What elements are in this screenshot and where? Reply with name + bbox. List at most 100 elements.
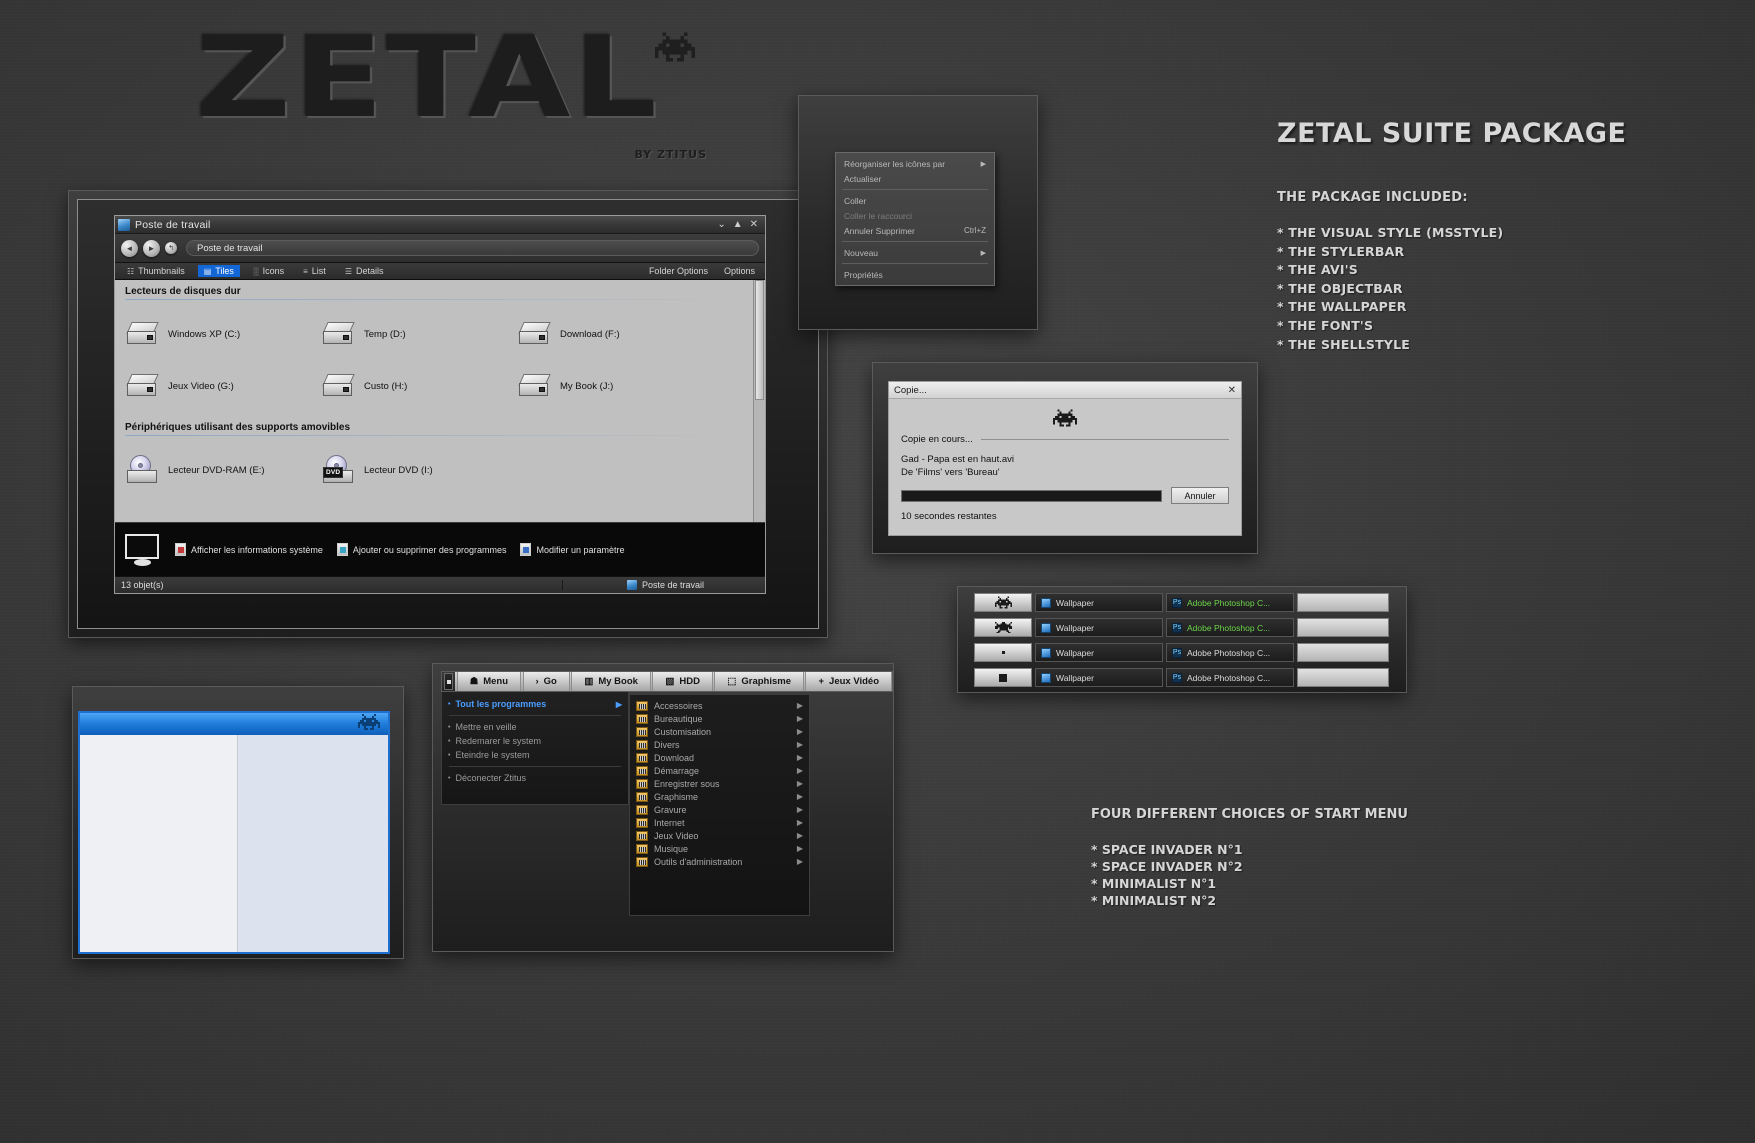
taskbar-button-wallpaper[interactable]: Wallpaper bbox=[1035, 643, 1163, 662]
toolbar-button-jeux-video[interactable]: + Jeux Vidéo bbox=[805, 672, 892, 691]
menu-item-restart[interactable]: • Redemarer le system bbox=[442, 734, 628, 748]
taskbar-button-photoshop[interactable]: Ps Adobe Photoshop C... bbox=[1166, 643, 1294, 662]
copy-status-row: Copie en cours... bbox=[901, 434, 1229, 445]
taskbar-empty-area[interactable] bbox=[1297, 593, 1389, 612]
menu-item-refresh[interactable]: Actualiser bbox=[836, 171, 994, 186]
menu-item-logoff[interactable]: • Déconecter Ztitus bbox=[442, 771, 628, 785]
chevron-right-icon: ▶ bbox=[796, 805, 803, 814]
taskbar-empty-area[interactable] bbox=[1297, 643, 1389, 662]
menu-item-jeux-video[interactable]: Jeux Video ▶ bbox=[630, 829, 809, 842]
chevron-right-icon: ▶ bbox=[796, 844, 803, 853]
close-button[interactable]: ✕ bbox=[750, 219, 758, 230]
drive-icon: ▥ bbox=[584, 676, 594, 687]
list-item[interactable]: My Book (J:) bbox=[518, 360, 715, 412]
folder-icon bbox=[636, 765, 648, 776]
taskbar-empty-area[interactable] bbox=[1297, 668, 1389, 687]
minimize-button[interactable]: ⌄ bbox=[717, 219, 725, 230]
vertical-scrollbar[interactable] bbox=[753, 280, 765, 522]
menu-icon: ☗ bbox=[469, 676, 479, 687]
menu-item-all-programs[interactable]: • Tout les programmes ▶ bbox=[442, 697, 628, 711]
menu-item-label: Tout les programmes bbox=[455, 699, 547, 709]
drive-label: Lecteur DVD-RAM (E:) bbox=[168, 464, 265, 476]
my-computer-icon bbox=[627, 580, 637, 590]
taskbar-button-photoshop[interactable]: Ps Adobe Photoshop C... bbox=[1166, 593, 1294, 612]
menu-item-musique[interactable]: Musique ▶ bbox=[630, 842, 809, 855]
window-icon bbox=[1041, 672, 1051, 683]
taskbar-button-photoshop[interactable]: Ps Adobe Photoshop C... bbox=[1166, 668, 1294, 687]
address-input[interactable]: Poste de travail bbox=[186, 240, 759, 256]
view-button-tiles[interactable]: ▤ Tiles bbox=[197, 265, 240, 277]
taskbar-button-wallpaper[interactable]: Wallpaper bbox=[1035, 593, 1163, 612]
menu-item-graphisme[interactable]: Graphisme ▶ bbox=[630, 790, 809, 803]
task-link-change-setting[interactable]: Modifier un paramètre bbox=[520, 543, 625, 556]
menu-item-outils-administration[interactable]: Outils d'administration ▶ bbox=[630, 855, 809, 868]
menu-item-accessoires[interactable]: Accessoires ▶ bbox=[630, 699, 809, 712]
hard-drive-icon bbox=[126, 321, 161, 347]
taskbar-empty-area[interactable] bbox=[1297, 618, 1389, 637]
startmenu-toolbar: ☗ Menu › Go ▥ My Book ▧ HDD ⬚ Graphisme … bbox=[441, 671, 893, 692]
list-item[interactable]: Download (F:) bbox=[518, 308, 715, 360]
close-icon[interactable]: ✕ bbox=[1228, 385, 1236, 396]
menu-item-shutdown[interactable]: • Eteindre le system bbox=[442, 748, 628, 762]
scrollbar-thumb[interactable] bbox=[755, 280, 764, 400]
menu-separator bbox=[449, 715, 621, 716]
menu-item-paste[interactable]: Coller bbox=[836, 193, 994, 208]
menu-item-label: Graphisme bbox=[654, 791, 699, 802]
list-item[interactable]: Jeux Video (G:) bbox=[126, 360, 323, 412]
menu-item-new[interactable]: Nouveau ▶ bbox=[836, 245, 994, 260]
menu-item-gravure[interactable]: Gravure ▶ bbox=[630, 803, 809, 816]
start-button-minimalist-2[interactable] bbox=[974, 668, 1032, 687]
drive-label: My Book (J:) bbox=[560, 380, 614, 392]
menu-item-demarrage[interactable]: Démarrage ▶ bbox=[630, 764, 809, 777]
folder-icon bbox=[636, 752, 648, 763]
taskbar-button-wallpaper[interactable]: Wallpaper bbox=[1035, 668, 1163, 687]
task-link-add-remove-programs[interactable]: Ajouter ou supprimer des programmes bbox=[336, 543, 506, 556]
view-button-details[interactable]: ☰ Details bbox=[339, 265, 390, 277]
maximize-button[interactable]: ▲ bbox=[733, 219, 743, 230]
task-link-system-info[interactable]: Afficher les informations système bbox=[175, 543, 323, 556]
toolbar-button-menu[interactable]: ☗ Menu bbox=[456, 672, 522, 691]
menu-item-bureautique[interactable]: Bureautique ▶ bbox=[630, 712, 809, 725]
taskbar-button-label: Wallpaper bbox=[1056, 597, 1094, 608]
options-button[interactable]: Options bbox=[724, 266, 755, 276]
view-button-list[interactable]: ≡ List bbox=[297, 265, 332, 277]
cancel-button[interactable]: Annuler bbox=[1171, 487, 1229, 504]
taskbar-button-photoshop[interactable]: Ps Adobe Photoshop C... bbox=[1166, 618, 1294, 637]
view-button-icons[interactable]: ░ Icons bbox=[247, 265, 290, 277]
forward-button[interactable]: ► bbox=[143, 239, 160, 257]
menu-item-download[interactable]: Download ▶ bbox=[630, 751, 809, 764]
menu-item-arrange-icons[interactable]: Réorganiser les icônes par ▶ bbox=[836, 156, 994, 171]
folder-icon bbox=[636, 791, 648, 802]
list-item[interactable]: Windows XP (C:) bbox=[126, 308, 323, 360]
menu-item-label: Customisation bbox=[654, 726, 712, 737]
menu-item-standby[interactable]: • Mettre en veille bbox=[442, 720, 628, 734]
toolbar-button-graphisme[interactable]: ⬚ Graphisme bbox=[714, 672, 805, 691]
list-item[interactable]: DVD Lecteur DVD (I:) bbox=[323, 444, 519, 496]
view-button-thumbnails[interactable]: ☷ Thumbnails bbox=[121, 265, 191, 277]
back-button[interactable]: ◄ bbox=[121, 239, 138, 257]
divider bbox=[980, 439, 1229, 440]
menu-item-internet[interactable]: Internet ▶ bbox=[630, 816, 809, 829]
taskbar-button-wallpaper[interactable]: Wallpaper bbox=[1035, 618, 1163, 637]
list-item[interactable]: Temp (D:) bbox=[322, 308, 519, 360]
group-heading-removable: Périphériques utilisant des supports amo… bbox=[125, 422, 351, 433]
bullet-icon: • bbox=[448, 737, 451, 745]
start-button-minimalist-1[interactable] bbox=[974, 643, 1032, 662]
toolbar-button-hdd[interactable]: ▧ HDD bbox=[652, 672, 713, 691]
list-item[interactable]: Lecteur DVD-RAM (E:) bbox=[127, 444, 323, 496]
menu-item-divers[interactable]: Divers ▶ bbox=[630, 738, 809, 751]
up-button[interactable]: ↰ bbox=[165, 242, 177, 254]
menu-item-enregistrer-sous[interactable]: Enregistrer sous ▶ bbox=[630, 777, 809, 790]
square-icon bbox=[446, 679, 451, 684]
list-item[interactable]: Custo (H:) bbox=[322, 360, 519, 412]
menu-item-properties[interactable]: Propriétés bbox=[836, 267, 994, 282]
chevron-right-icon: ▶ bbox=[796, 740, 803, 749]
menu-item-customisation[interactable]: Customisation ▶ bbox=[630, 725, 809, 738]
start-button-space-invader-2[interactable] bbox=[974, 618, 1032, 637]
folder-options-button[interactable]: Folder Options bbox=[649, 266, 708, 276]
toolbar-button-go[interactable]: › Go bbox=[522, 672, 570, 691]
start-button[interactable] bbox=[444, 673, 454, 690]
start-button-space-invader-1[interactable] bbox=[974, 593, 1032, 612]
menu-item-undo-delete[interactable]: Annuler Supprimer Ctrl+Z bbox=[836, 223, 994, 238]
toolbar-button-my-book[interactable]: ▥ My Book bbox=[571, 672, 651, 691]
